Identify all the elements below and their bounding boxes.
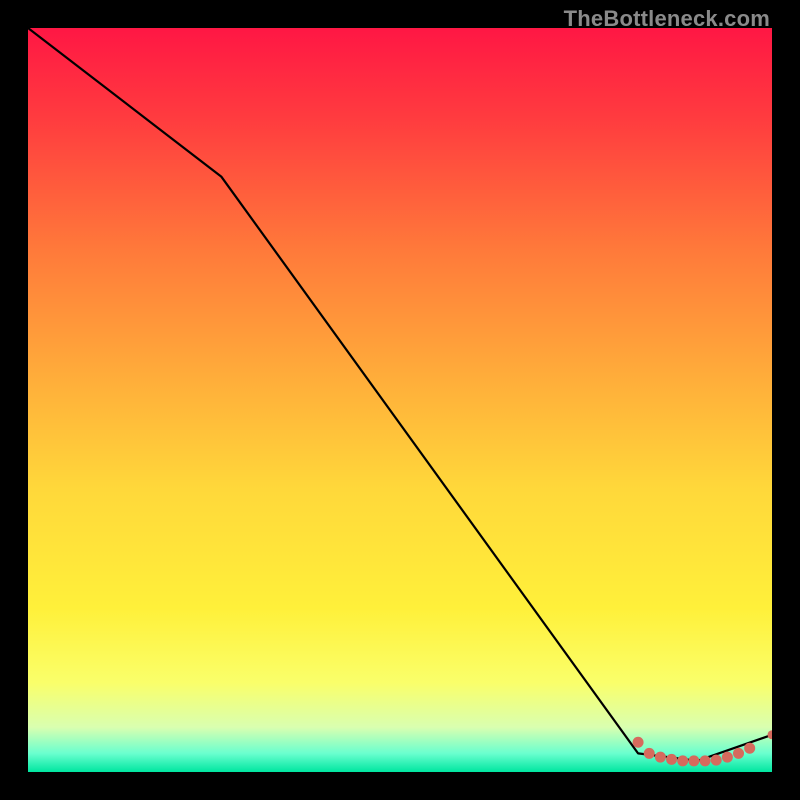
chart-marker — [666, 754, 677, 765]
chart-marker — [744, 743, 755, 754]
chart-marker — [633, 737, 644, 748]
chart-marker — [722, 752, 733, 763]
chart-marker — [677, 755, 688, 766]
chart-frame: TheBottleneck.com — [0, 0, 800, 800]
chart-marker — [711, 755, 722, 766]
chart-marker — [644, 748, 655, 759]
chart-marker — [688, 755, 699, 766]
chart-marker — [655, 752, 666, 763]
chart-plot-area — [28, 28, 772, 772]
chart-marker — [733, 748, 744, 759]
chart-background — [28, 28, 772, 772]
chart-marker — [700, 755, 711, 766]
chart-svg — [28, 28, 772, 772]
